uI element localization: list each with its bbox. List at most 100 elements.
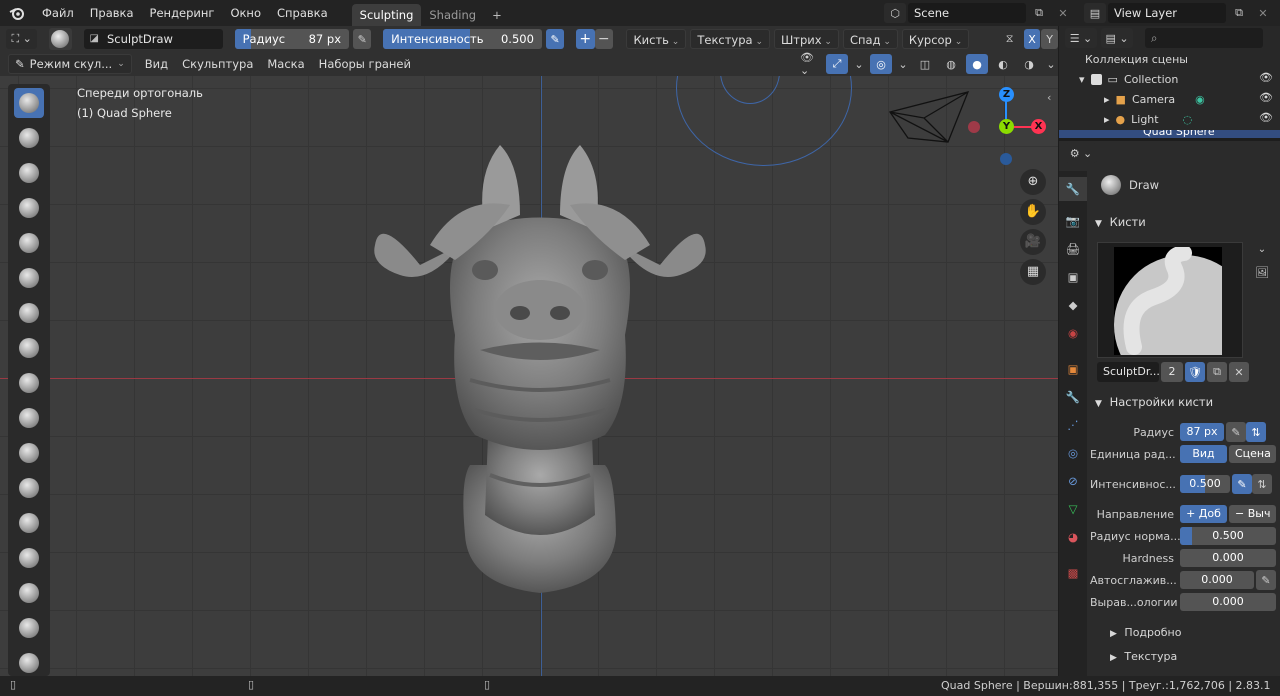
duplicate-scene-icon[interactable]: ⧉ bbox=[1028, 3, 1050, 23]
remove-view-layer-icon[interactable]: ✕ bbox=[1252, 3, 1274, 23]
editor-type-icon[interactable]: ⛶ ⌄ bbox=[6, 29, 38, 49]
display-mode-icon[interactable]: ▤ ⌄ bbox=[1101, 28, 1133, 48]
pan-hand-icon[interactable]: ✋ bbox=[1020, 199, 1046, 225]
scene-name-field[interactable]: Scene bbox=[908, 3, 1026, 23]
tool-tab-icon[interactable]: 🔧 bbox=[1059, 177, 1087, 201]
stroke-menu[interactable]: Штрих bbox=[773, 29, 839, 49]
remove-scene-icon[interactable]: ✕ bbox=[1052, 3, 1074, 23]
visibility-eye-icon[interactable]: 👁 ⌄ bbox=[800, 51, 822, 77]
mode-selector[interactable]: ✎ Режим скул... bbox=[8, 54, 132, 74]
view-layer-name-field[interactable]: View Layer bbox=[1108, 3, 1226, 23]
gizmo-neg-z-dot[interactable] bbox=[1000, 153, 1012, 165]
collapse-arrow-icon[interactable]: ▸ bbox=[1104, 93, 1110, 106]
tool-snake-hook[interactable] bbox=[14, 613, 44, 643]
shading-material-icon[interactable]: ◐ bbox=[992, 54, 1014, 74]
sidebar-toggle-icon[interactable]: ‹ bbox=[1047, 91, 1051, 104]
direction-subtract-option[interactable]: − Выч bbox=[1229, 505, 1276, 523]
tool-flatten[interactable] bbox=[14, 438, 44, 468]
constraints-tab-icon[interactable]: ⊘ bbox=[1059, 469, 1087, 493]
checkbox-icon[interactable] bbox=[1090, 74, 1102, 85]
menu-file[interactable]: Файл bbox=[34, 0, 82, 26]
shading-wireframe-icon[interactable]: ◍ bbox=[940, 54, 962, 74]
gizmo-x-button[interactable]: X bbox=[1031, 119, 1046, 134]
strength-lock-icon[interactable]: ⇅ bbox=[1252, 474, 1272, 494]
outliner-editor-icon[interactable]: ☰ ⌄ bbox=[1065, 28, 1097, 48]
xray-toggle-icon[interactable]: ◫ bbox=[914, 54, 936, 74]
sculpted-head-model[interactable] bbox=[360, 135, 720, 605]
properties-editor-icon[interactable]: ⚙ ⌄ bbox=[1065, 143, 1097, 163]
tool-clay-thumb[interactable] bbox=[14, 228, 44, 258]
tool-clay-strips[interactable] bbox=[14, 193, 44, 223]
gizmo-dropdown-icon[interactable]: ⌄ bbox=[852, 54, 866, 74]
view-layer-icon[interactable]: ▤ bbox=[1084, 3, 1106, 23]
material-tab-icon[interactable]: ◕ bbox=[1059, 525, 1087, 549]
auto-smooth-pressure-icon[interactable]: ✎ bbox=[1256, 570, 1276, 590]
radius-pressure-icon[interactable]: ✎ bbox=[353, 29, 372, 49]
topology-rake-field[interactable]: 0.000 bbox=[1180, 593, 1276, 611]
gizmo-z-button[interactable]: Z bbox=[999, 87, 1014, 102]
render-tab-icon[interactable]: 📷 bbox=[1059, 209, 1087, 233]
tab-sculpting[interactable]: Sculpting bbox=[351, 4, 422, 26]
brush-list-dropdown[interactable]: ⌄ bbox=[1253, 244, 1271, 260]
mirror-y-toggle[interactable]: Y bbox=[1041, 29, 1058, 49]
expand-arrow-icon[interactable]: ▾ bbox=[1079, 73, 1085, 86]
brush-preview-icon[interactable] bbox=[49, 28, 72, 50]
radius-lock-icon[interactable]: ⇅ bbox=[1246, 422, 1266, 442]
menu-sculpt[interactable]: Скульптура bbox=[175, 57, 260, 71]
modifier-tab-icon[interactable]: 🔧 bbox=[1059, 385, 1087, 409]
outliner-row-camera[interactable]: ▸ ■ Camera ◉ bbox=[1104, 93, 1205, 106]
brush-users-count[interactable]: 2 bbox=[1161, 362, 1183, 382]
falloff-menu[interactable]: Спад bbox=[842, 29, 898, 49]
normal-radius-field[interactable]: 0.500 bbox=[1180, 527, 1276, 545]
radius-slider[interactable]: Радиус 87 px bbox=[234, 29, 350, 49]
fake-user-icon[interactable]: 🛡 bbox=[1185, 362, 1205, 382]
tool-draw[interactable] bbox=[14, 88, 44, 118]
brush-settings-section-header[interactable]: ▼ Настройки кисти bbox=[1095, 395, 1213, 409]
tool-blob[interactable] bbox=[14, 333, 44, 363]
overlays-dropdown-icon[interactable]: ⌄ bbox=[896, 54, 910, 74]
strength-slider[interactable]: Интенсивность 0.500 bbox=[383, 29, 542, 49]
tool-scrape[interactable] bbox=[14, 508, 44, 538]
tool-grab[interactable] bbox=[14, 578, 44, 608]
unlink-brush-icon[interactable]: ✕ bbox=[1229, 362, 1249, 382]
duplicate-brush-icon[interactable]: ⧉ bbox=[1207, 362, 1227, 382]
texture-menu[interactable]: Текстура bbox=[690, 29, 770, 49]
menu-mask[interactable]: Маска bbox=[260, 57, 311, 71]
outliner-row-quad-sphere[interactable]: Quad Sphere bbox=[1059, 130, 1280, 138]
mirror-x-toggle[interactable]: X bbox=[1023, 29, 1041, 49]
particles-tab-icon[interactable]: ⋰ bbox=[1059, 413, 1087, 437]
visibility-eye-icon[interactable]: 👁 bbox=[1259, 91, 1273, 104]
add-workspace-button[interactable]: + bbox=[484, 4, 510, 26]
texture-tab-icon[interactable]: ▩ bbox=[1059, 561, 1087, 585]
tool-crease[interactable] bbox=[14, 368, 44, 398]
subpanel-texture[interactable]: ▶ Текстура bbox=[1110, 650, 1177, 663]
shading-solid-icon[interactable]: ● bbox=[966, 54, 988, 74]
zoom-icon[interactable]: ⊕ bbox=[1020, 169, 1046, 195]
symmetry-icon[interactable]: ⧖ bbox=[999, 29, 1019, 49]
duplicate-view-layer-icon[interactable]: ⧉ bbox=[1228, 3, 1250, 23]
collapse-arrow-icon[interactable]: ▸ bbox=[1104, 113, 1110, 126]
add-direction-button[interactable]: + bbox=[576, 29, 595, 49]
scene-tab-icon[interactable]: ◆ bbox=[1059, 293, 1087, 317]
radius-pressure-icon[interactable]: ✎ bbox=[1226, 422, 1246, 442]
visibility-eye-icon[interactable]: 👁 bbox=[1259, 71, 1273, 84]
tool-draw-sharp[interactable] bbox=[14, 123, 44, 153]
shading-dropdown-icon[interactable]: ⌄ bbox=[1044, 54, 1058, 74]
data-tab-icon[interactable]: ▽ bbox=[1059, 497, 1087, 521]
object-tab-icon[interactable]: ▣ bbox=[1059, 357, 1087, 381]
subtract-direction-button[interactable]: − bbox=[594, 29, 613, 49]
outliner-search-input[interactable]: ⌕ bbox=[1145, 28, 1263, 48]
menu-help[interactable]: Справка bbox=[269, 0, 336, 26]
camera-view-icon[interactable]: 🎥 bbox=[1020, 229, 1046, 255]
tool-inflate[interactable] bbox=[14, 298, 44, 328]
brush-menu[interactable]: Кисть bbox=[626, 29, 687, 49]
tool-clay[interactable] bbox=[14, 158, 44, 188]
menu-face-sets[interactable]: Наборы граней bbox=[312, 57, 418, 71]
output-tab-icon[interactable]: 🖨 bbox=[1059, 237, 1087, 261]
blender-logo-icon[interactable] bbox=[0, 0, 34, 26]
brush-image-icon[interactable]: 🖼 bbox=[1253, 266, 1271, 282]
menu-edit[interactable]: Правка bbox=[82, 0, 142, 26]
tab-shading[interactable]: Shading bbox=[421, 4, 484, 26]
brushes-section-header[interactable]: ▼ Кисти bbox=[1095, 215, 1146, 229]
strength-prop-field[interactable]: 0.500 bbox=[1180, 475, 1230, 493]
